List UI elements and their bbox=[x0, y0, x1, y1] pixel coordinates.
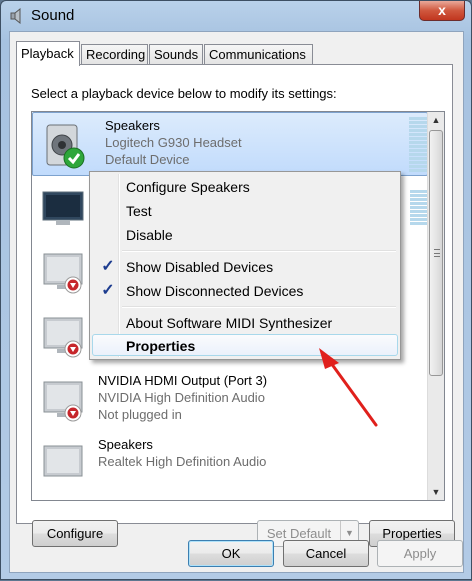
sound-dialog: Sound x Playback Recording Sounds Commun… bbox=[0, 0, 472, 580]
tab-label: Recording bbox=[86, 47, 146, 62]
window-title: Sound bbox=[31, 7, 75, 24]
title-bar[interactable]: Sound x bbox=[1, 1, 471, 31]
disconnected-icon bbox=[64, 404, 82, 422]
menu-item-about-midi-synth[interactable]: About Software MIDI Synthesizer bbox=[92, 312, 398, 334]
device-status: Not plugged in bbox=[98, 407, 182, 422]
ok-button[interactable]: OK bbox=[188, 540, 274, 567]
checkmark-icon: ✓ bbox=[101, 258, 115, 275]
menu-item-label: About Software MIDI Synthesizer bbox=[126, 315, 333, 331]
checkmark-icon: ✓ bbox=[101, 282, 115, 299]
device-text: NVIDIA HDMI Output (Port 3) NVIDIA High … bbox=[98, 372, 267, 423]
configure-button[interactable]: Configure bbox=[32, 520, 118, 547]
device-driver: NVIDIA High Definition Audio bbox=[98, 390, 265, 405]
menu-item-label: Properties bbox=[126, 338, 196, 354]
menu-item-properties[interactable]: Properties bbox=[92, 334, 398, 356]
menu-item-test[interactable]: Test bbox=[92, 200, 398, 222]
scroll-thumb[interactable] bbox=[429, 130, 443, 376]
menu-item-label: Configure Speakers bbox=[126, 179, 250, 195]
device-driver: Logitech G930 Headset bbox=[105, 135, 242, 150]
level-meter bbox=[409, 117, 427, 173]
monitor-icon bbox=[42, 191, 84, 225]
button-label: Set Default bbox=[266, 526, 332, 541]
close-icon: x bbox=[438, 2, 446, 18]
tab-playback[interactable]: Playback bbox=[16, 41, 80, 66]
device-driver: Realtek High Definition Audio bbox=[98, 454, 267, 469]
menu-item-label: Show Disconnected Devices bbox=[126, 283, 304, 299]
menu-item-show-disconnected-devices[interactable]: ✓ Show Disconnected Devices bbox=[92, 280, 398, 302]
context-menu: Configure Speakers Test Disable ✓ Show D… bbox=[89, 171, 401, 360]
apply-button[interactable]: Apply bbox=[377, 540, 463, 567]
button-label: OK bbox=[221, 546, 241, 561]
tab-recording[interactable]: Recording bbox=[81, 44, 148, 65]
disconnected-icon bbox=[64, 276, 82, 294]
list-item-device[interactable]: Speakers Realtek High Definition Audio bbox=[32, 432, 428, 496]
menu-item-configure-speakers[interactable]: Configure Speakers bbox=[92, 176, 398, 198]
cancel-button[interactable]: Cancel bbox=[283, 540, 369, 567]
menu-separator bbox=[122, 250, 396, 252]
speaker-icon bbox=[43, 445, 83, 477]
device-name: Speakers bbox=[105, 118, 160, 133]
instruction-text: Select a playback device below to modify… bbox=[31, 86, 337, 101]
disconnected-icon bbox=[64, 340, 82, 358]
list-item-device[interactable]: NVIDIA HDMI Output (Port 3) NVIDIA High … bbox=[32, 368, 428, 432]
tab-label: Communications bbox=[209, 47, 306, 62]
menu-item-label: Disable bbox=[126, 227, 173, 243]
device-name: Speakers bbox=[98, 437, 153, 452]
device-text: Speakers Logitech G930 Headset Default D… bbox=[105, 117, 242, 168]
vertical-scrollbar[interactable]: ▲ ▼ bbox=[427, 112, 444, 500]
menu-separator bbox=[122, 306, 396, 308]
speaker-icon bbox=[10, 8, 21, 24]
scroll-up-icon[interactable]: ▲ bbox=[428, 112, 444, 128]
scroll-down-icon[interactable]: ▼ bbox=[428, 484, 444, 500]
device-name: NVIDIA HDMI Output (Port 3) bbox=[98, 373, 268, 388]
device-status: Default Device bbox=[105, 152, 190, 167]
menu-item-label: Test bbox=[126, 203, 152, 219]
tab-label: Sounds bbox=[154, 47, 199, 62]
button-label: Apply bbox=[403, 546, 437, 561]
menu-item-disable[interactable]: Disable bbox=[92, 224, 398, 246]
button-label: Configure bbox=[46, 526, 104, 541]
level-meter bbox=[410, 190, 428, 226]
close-button[interactable]: x bbox=[419, 1, 465, 21]
tab-label: Playback bbox=[21, 46, 74, 61]
button-label: Properties bbox=[382, 526, 442, 541]
button-label: Cancel bbox=[305, 546, 347, 561]
list-item-device[interactable]: Speakers Logitech G930 Headset Default D… bbox=[32, 112, 428, 176]
tab-communications[interactable]: Communications bbox=[204, 44, 313, 65]
grip-icon bbox=[434, 249, 440, 257]
check-icon bbox=[63, 147, 85, 169]
tab-sounds[interactable]: Sounds bbox=[149, 44, 203, 65]
menu-item-label: Show Disabled Devices bbox=[126, 259, 274, 275]
menu-item-show-disabled-devices[interactable]: ✓ Show Disabled Devices bbox=[92, 256, 398, 278]
device-text: Speakers Realtek High Definition Audio bbox=[98, 436, 266, 470]
